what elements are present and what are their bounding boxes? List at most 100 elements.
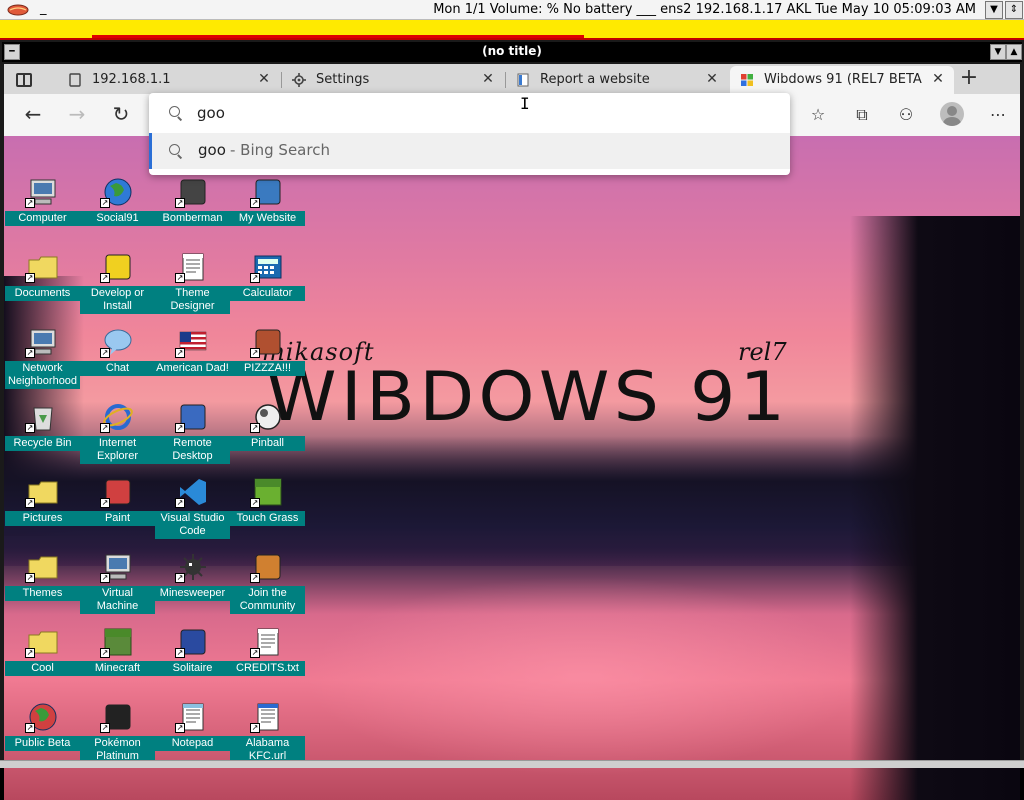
desktop-icon[interactable]: ↗ Visual Studio Code bbox=[155, 472, 230, 547]
shortcut-arrow-icon: ↗ bbox=[100, 348, 110, 358]
desktop-icon[interactable]: ↗ Calculator bbox=[230, 247, 305, 322]
refresh-icon[interactable]: ↻ bbox=[109, 103, 133, 127]
shortcut-arrow-icon: ↗ bbox=[25, 723, 35, 733]
tab-settings[interactable]: Settings ✕ bbox=[282, 66, 504, 94]
search-icon bbox=[169, 106, 183, 120]
search-suggestion[interactable]: goo - Bing Search bbox=[149, 133, 790, 169]
shortcut-arrow-icon: ↗ bbox=[25, 498, 35, 508]
shortcut-arrow-icon: ↗ bbox=[175, 648, 185, 658]
desktop-icon-label: My Website bbox=[230, 211, 305, 226]
desktop-icon-label: Documents bbox=[5, 286, 80, 301]
sausage-logo-icon[interactable] bbox=[6, 2, 30, 18]
desktop-icon[interactable]: ↗ Cool bbox=[5, 622, 80, 697]
desktop-icon[interactable]: ↗ Pictures bbox=[5, 472, 80, 547]
close-icon[interactable]: ✕ bbox=[480, 71, 496, 87]
desktop-icon[interactable]: ↗ Internet Explorer bbox=[80, 397, 155, 472]
desktop-icon-label: Themes bbox=[5, 586, 80, 601]
window-minimize-button[interactable]: ▼ bbox=[990, 44, 1006, 60]
back-arrow-icon[interactable]: ← bbox=[21, 103, 45, 127]
shortcut-arrow-icon: ↗ bbox=[25, 573, 35, 583]
profile-avatar[interactable] bbox=[940, 102, 964, 126]
status-down-button[interactable]: ▼ bbox=[985, 1, 1003, 19]
desktop-icon[interactable]: ↗ Remote Desktop bbox=[155, 397, 230, 472]
desktop-icon[interactable]: ↗ My Website bbox=[230, 172, 305, 247]
wallpaper-reflection bbox=[304, 576, 864, 776]
desktop-icon[interactable]: ↗ Virtual Machine bbox=[80, 547, 155, 622]
desktop-icon[interactable]: ↗ PIZZZA!!! bbox=[230, 322, 305, 397]
close-icon[interactable]: ✕ bbox=[256, 71, 272, 87]
wibdows-desktop[interactable]: mikasoft WIBDOWS 91 rel7 ↗ Computer ↗ Socia… bbox=[4, 136, 1020, 800]
shortcut-arrow-icon: ↗ bbox=[250, 723, 260, 733]
wallpaper-trees-right bbox=[850, 216, 1020, 800]
document-icon bbox=[517, 73, 529, 87]
desktop-icon[interactable]: ↗ Computer bbox=[5, 172, 80, 247]
desktop-icon[interactable]: ↗ Develop or Install bbox=[80, 247, 155, 322]
desktop-icon[interactable]: ↗ Social91 bbox=[80, 172, 155, 247]
desktop-icon[interactable]: ↗ Documents bbox=[5, 247, 80, 322]
desktop-icon[interactable]: ↗ Minecraft bbox=[80, 622, 155, 697]
tab-wibdows91[interactable]: Wibdows 91 (REL7 BETA ✕ bbox=[730, 66, 954, 94]
shortcut-arrow-icon: ↗ bbox=[250, 498, 260, 508]
shortcut-arrow-icon: ↗ bbox=[100, 498, 110, 508]
desktop-icon-label: Virtual Machine bbox=[80, 586, 155, 614]
desktop-icon[interactable]: ↗ Recycle Bin bbox=[5, 397, 80, 472]
desktop-icon-label: Join the Community bbox=[230, 586, 305, 614]
bottom-scrollbar[interactable] bbox=[0, 760, 1024, 768]
desktop-icon[interactable]: ↗ Pinball bbox=[230, 397, 305, 472]
tab-router[interactable]: 192.168.1.1 ✕ bbox=[58, 66, 280, 94]
desktop-icon[interactable]: ↗ Minesweeper bbox=[155, 547, 230, 622]
status-updown-button[interactable]: ⇕ bbox=[1005, 1, 1023, 19]
system-status-bar: _ Mon 1/1 Volume: % No battery ___ ens2 … bbox=[0, 0, 1024, 20]
tab-label: Report a website bbox=[540, 72, 650, 87]
desktop-icon[interactable]: ↗ Bomberman bbox=[155, 172, 230, 247]
desktop-icon[interactable]: ↗ Theme Designer bbox=[155, 247, 230, 322]
new-tab-plus-icon[interactable]: + bbox=[958, 67, 980, 90]
window-maximize-button[interactable]: ▲ bbox=[1006, 44, 1022, 60]
collections-icon[interactable]: ⧉ bbox=[850, 103, 874, 127]
desktop-icon-label: Network Neighborhood bbox=[5, 361, 80, 389]
window-titlebar[interactable]: ━ (no title) ▼ ▲ bbox=[2, 42, 1022, 62]
shortcut-arrow-icon: ↗ bbox=[250, 198, 260, 208]
desktop-icon-label: Theme Designer bbox=[155, 286, 230, 314]
forward-arrow-icon[interactable]: → bbox=[65, 103, 89, 127]
desktop-icon[interactable]: ↗ CREDITS.txt bbox=[230, 622, 305, 697]
desktop-icon-label: PIZZZA!!! bbox=[230, 361, 305, 376]
address-bar[interactable] bbox=[149, 93, 790, 133]
favorites-star-icon[interactable]: ☆ bbox=[806, 103, 830, 127]
shortcut-arrow-icon: ↗ bbox=[175, 423, 185, 433]
shortcut-arrow-icon: ↗ bbox=[25, 648, 35, 658]
desktop-icon-label: Minecraft bbox=[80, 661, 155, 676]
close-icon[interactable]: ✕ bbox=[704, 71, 720, 87]
desktop-icon-label: Recycle Bin bbox=[5, 436, 80, 451]
desktop-icon-label: Chat bbox=[80, 361, 155, 376]
search-icon bbox=[169, 144, 183, 158]
address-input[interactable] bbox=[197, 102, 737, 124]
shortcut-arrow-icon: ↗ bbox=[250, 348, 260, 358]
extensions-icon[interactable]: ⚇ bbox=[894, 103, 918, 127]
shortcut-arrow-icon: ↗ bbox=[100, 573, 110, 583]
tab-strip: 192.168.1.1 ✕ Settings ✕ Report a websit… bbox=[4, 64, 1020, 94]
desktop-icon-label: CREDITS.txt bbox=[230, 661, 305, 676]
gear-icon bbox=[292, 73, 306, 87]
desktop-icon-label: Pictures bbox=[5, 511, 80, 526]
desktop-icon[interactable]: ↗ Join the Community bbox=[230, 547, 305, 622]
more-menu-icon[interactable]: ⋯ bbox=[986, 103, 1010, 127]
desktop-icon[interactable]: ↗ Paint bbox=[80, 472, 155, 547]
desktop-icon[interactable]: ↗ Touch Grass bbox=[230, 472, 305, 547]
desktop-icon[interactable]: ↗ Network Neighborhood bbox=[5, 322, 80, 397]
shortcut-arrow-icon: ↗ bbox=[175, 573, 185, 583]
desktop-icon-label: Public Beta bbox=[5, 736, 80, 751]
desktop-icon[interactable]: ↗ American Dad! bbox=[155, 322, 230, 397]
shortcut-arrow-icon: ↗ bbox=[175, 198, 185, 208]
suggestion-query: goo bbox=[198, 141, 226, 159]
i-beam-cursor-icon: I bbox=[520, 94, 530, 113]
tab-actions-icon[interactable] bbox=[16, 73, 32, 87]
shortcut-arrow-icon: ↗ bbox=[250, 273, 260, 283]
shortcut-arrow-icon: ↗ bbox=[100, 648, 110, 658]
desktop-icon[interactable]: ↗ Solitaire bbox=[155, 622, 230, 697]
desktop-icon-label: Computer bbox=[5, 211, 80, 226]
desktop-icon[interactable]: ↗ Chat bbox=[80, 322, 155, 397]
close-icon[interactable]: ✕ bbox=[930, 71, 946, 87]
desktop-icon[interactable]: ↗ Themes bbox=[5, 547, 80, 622]
tab-report-website[interactable]: Report a website ✕ bbox=[506, 66, 728, 94]
